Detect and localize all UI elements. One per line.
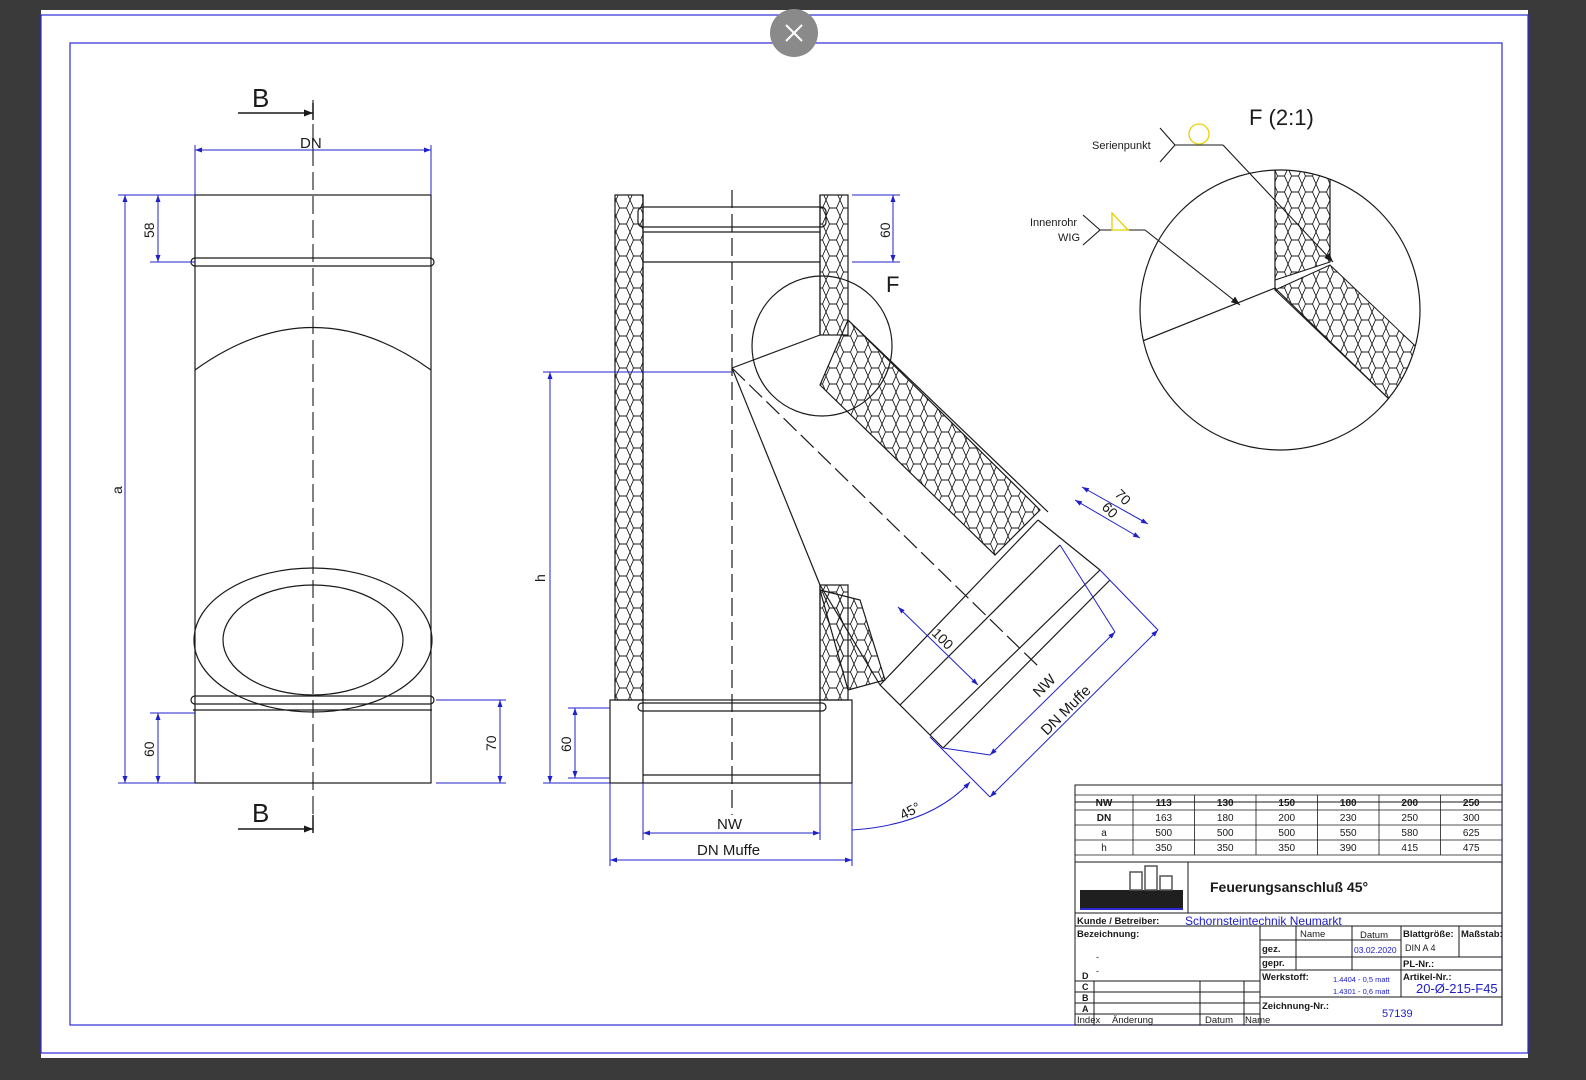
size-table-cell: 180 [1340,798,1357,809]
index-label: Index [1077,1015,1100,1026]
werkstoff-value-1: 1.4404 - 0,5 matt [1333,975,1391,984]
middle-dim-h: h [532,574,548,582]
aenderung-label: Änderung [1112,1015,1153,1026]
size-table-cell: 163 [1155,813,1172,824]
size-table-row-label: NW [1096,798,1113,809]
close-icon [785,24,803,42]
size-table-row-label: DN [1097,813,1111,824]
revision-letter: C [1082,982,1089,992]
size-table-cell: 500 [1278,828,1295,839]
gez-label: gez. [1262,944,1280,955]
drawing-sheet: B B DN 58 a 60 70 60 F h 60 NW DN Muffe … [40,10,1529,1058]
section-label-bottom: B [252,798,269,828]
size-table: NW 113 130 150 180 200 250 DN 163 180 200 230 250 300… [1074,784,1503,863]
size-table-cell: 200 [1278,813,1295,824]
size-table-cell: 475 [1463,843,1480,854]
rev-datum-label: Datum [1205,1015,1233,1026]
datum-header: Datum [1360,930,1388,941]
bezeichnung-dash-2: - [1096,966,1099,976]
dim-70-label: 70 [483,735,499,751]
name-header: Name [1300,929,1325,940]
size-table-cell: 390 [1340,843,1357,854]
kunde-value: Schornsteintechnik Neumarkt [1185,914,1342,928]
weld-label-serienpunkt: Serienpunkt [1092,140,1151,152]
title-block-title: Feuerungsanschluß 45° [1210,879,1368,895]
werkstoff-label: Werkstoff: [1262,972,1309,983]
section-label-top: B [252,83,269,113]
middle-dim-60-top: 60 [877,222,893,238]
size-table-cell: 550 [1340,828,1357,839]
size-table-cell: 625 [1463,828,1480,839]
dim-dn-label: DN [300,135,322,152]
gez-date: 03.02.2020 [1354,945,1397,955]
middle-dim-dn-muffe: DN Muffe [697,842,760,859]
size-table-cell: 500 [1155,828,1172,839]
detail-marker-f: F [886,272,899,297]
dim-a-label: a [109,486,125,494]
size-table-cell: 200 [1401,798,1418,809]
size-table-cell: 150 [1278,798,1295,809]
werkstoff-value-2: 1.4301 - 0,6 matt [1333,987,1391,996]
size-table-cell: 350 [1155,843,1172,854]
pl-nr-label: PL-Nr.: [1403,959,1434,970]
revision-letter: D [1082,971,1089,981]
detail-title: F (2:1) [1249,105,1314,130]
weld-label-wig: WIG [1058,232,1080,244]
artikel-value: 20-Ø-215-F45 [1416,981,1498,996]
blattgroesse-value: DIN A 4 [1405,943,1436,953]
close-button[interactable] [770,9,818,57]
revision-letter: B [1082,993,1089,1003]
size-table-cell: 250 [1401,813,1418,824]
gepr-label: gepr. [1262,958,1285,969]
bezeichnung-label: Bezeichnung: [1077,929,1139,940]
size-table-cell: 180 [1217,813,1234,824]
size-table-row-label: h [1101,843,1107,854]
massstab-label: Maßstab: [1461,929,1503,940]
kunde-label: Kunde / Betreiber: [1077,916,1159,927]
revision-letter: A [1082,1004,1089,1014]
size-table-cell: 350 [1217,843,1234,854]
size-table-cell: 300 [1463,813,1480,824]
size-table-cell: 250 [1463,798,1480,809]
zeichnung-value: 57139 [1382,1008,1413,1020]
middle-dim-nw: NW [717,816,743,833]
bezeichnung-dash-1: - [1096,952,1099,962]
blattgroesse-label: Blattgröße: [1403,929,1454,940]
size-table-cell: 113 [1156,798,1173,809]
size-table-row-label: a [1101,828,1107,839]
size-table-cell: 230 [1340,813,1357,824]
rev-name-label: Name [1245,1015,1270,1026]
dim-60-label: 60 [141,741,157,757]
size-table-cell: 130 [1217,798,1234,809]
size-table-cell: 350 [1278,843,1295,854]
size-table-cell: 580 [1401,828,1418,839]
size-table-cell: 500 [1217,828,1234,839]
middle-dim-60-bottom: 60 [558,736,574,752]
size-table-cell: 415 [1401,843,1418,854]
paper [41,10,1528,1058]
revision-letters: DCBA [1082,971,1089,1014]
dim-58-label: 58 [141,222,157,238]
zeichnung-label: Zeichnung-Nr.: [1262,1001,1329,1012]
drawing-viewer: B B DN 58 a 60 70 60 F h 60 NW DN Muffe … [0,0,1586,1080]
weld-label-innenrohr: Innenrohr [1030,217,1077,229]
